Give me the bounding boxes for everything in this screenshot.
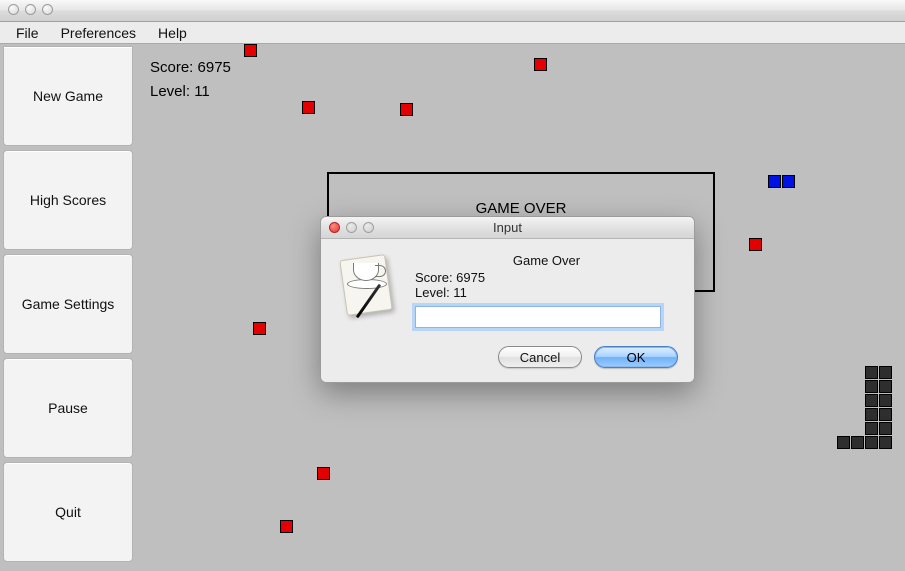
game-info: Score: 6975 Level: 11: [150, 56, 231, 104]
dialog-heading: Game Over: [415, 253, 678, 268]
dark-block: [865, 366, 878, 379]
java-applet-icon: [337, 253, 401, 317]
dialog-text: Game Over Score: 6975 Level: 11: [415, 253, 678, 328]
blue-block: [768, 175, 781, 188]
red-block: [302, 101, 315, 114]
dialog-traffic-lights: [321, 222, 382, 233]
red-block: [244, 44, 257, 57]
high-scores-button[interactable]: High Scores: [3, 150, 133, 250]
dark-block: [865, 394, 878, 407]
dark-block: [879, 394, 892, 407]
new-game-button[interactable]: New Game: [3, 46, 133, 146]
dialog-minimize-icon: [346, 222, 357, 233]
input-dialog: Input Game Over Score: 6975 Level: 11: [320, 216, 695, 383]
dialog-score-line: Score: 6975: [415, 270, 678, 285]
dark-block: [851, 436, 864, 449]
dialog-close-icon[interactable]: [329, 222, 340, 233]
quit-button[interactable]: Quit: [3, 462, 133, 562]
red-block: [400, 103, 413, 116]
cancel-button[interactable]: Cancel: [498, 346, 582, 368]
content-area: New Game High Scores Game Settings Pause…: [0, 44, 905, 571]
minimize-icon[interactable]: [25, 4, 36, 15]
dialog-body: Game Over Score: 6975 Level: 11: [321, 239, 694, 340]
close-icon[interactable]: [8, 4, 19, 15]
main-traffic-lights: [0, 0, 61, 19]
dark-block: [879, 408, 892, 421]
zoom-icon[interactable]: [42, 4, 53, 15]
ok-button[interactable]: OK: [594, 346, 678, 368]
menu-bar: File Preferences Help: [0, 22, 905, 44]
dark-block: [837, 436, 850, 449]
dark-block: [865, 380, 878, 393]
red-block: [253, 322, 266, 335]
dark-block: [879, 366, 892, 379]
dialog-level-line: Level: 11: [415, 285, 678, 300]
blue-block: [782, 175, 795, 188]
game-over-text: GAME OVER: [476, 200, 567, 217]
dark-block: [879, 422, 892, 435]
sidebar: New Game High Scores Game Settings Pause…: [3, 46, 133, 562]
dark-block: [879, 436, 892, 449]
red-block: [534, 58, 547, 71]
menu-help[interactable]: Help: [148, 23, 197, 43]
name-input[interactable]: [415, 306, 661, 328]
main-window-titlebar: [0, 0, 905, 22]
dialog-buttons: Cancel OK: [321, 340, 694, 382]
menu-file[interactable]: File: [6, 23, 49, 43]
dark-block: [865, 436, 878, 449]
dark-block: [865, 408, 878, 421]
level-label: Level: 11: [150, 80, 231, 104]
dark-block: [879, 380, 892, 393]
pause-button[interactable]: Pause: [3, 358, 133, 458]
menu-preferences[interactable]: Preferences: [51, 23, 146, 43]
red-block: [317, 467, 330, 480]
dialog-titlebar: Input: [321, 217, 694, 239]
red-block: [280, 520, 293, 533]
score-label: Score: 6975: [150, 56, 231, 80]
red-block: [749, 238, 762, 251]
dialog-zoom-icon: [363, 222, 374, 233]
game-settings-button[interactable]: Game Settings: [3, 254, 133, 354]
dark-block: [865, 422, 878, 435]
